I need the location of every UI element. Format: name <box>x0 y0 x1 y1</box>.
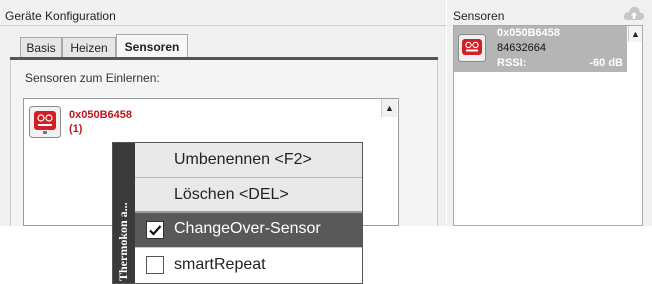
changeover-checkbox[interactable] <box>146 221 164 239</box>
brand-label: Thermokon a... <box>116 202 130 281</box>
sensor-device-icon[interactable] <box>29 106 61 138</box>
panel-title: Geräte Konfiguration <box>5 9 116 23</box>
rssi-value: -60 dB <box>589 57 623 69</box>
sensor-number: 84632664 <box>497 42 546 54</box>
panel-title: Sensoren <box>453 9 505 23</box>
rssi-label: RSSI: <box>497 57 527 69</box>
context-menu-brand-strip: Thermokon a... <box>113 143 135 283</box>
learn-sensors-label: Sensoren zum Einlernen: <box>25 71 160 85</box>
cloud-upload-icon[interactable] <box>622 3 646 23</box>
sensor-device-icon <box>458 34 486 62</box>
menu-item-label: smartRepeat <box>174 256 266 273</box>
menu-item-label: Umbenennen <F2> <box>174 151 312 168</box>
sensor-index: (1) <box>69 123 83 135</box>
tab-heizen[interactable]: Heizen <box>62 37 116 57</box>
sensor-id: 0x050B6458 <box>497 27 561 39</box>
smartrepeat-checkbox[interactable] <box>146 256 164 274</box>
sensor-id[interactable]: 0x050B6458 <box>69 109 132 121</box>
tab-sensoren[interactable]: Sensoren <box>116 34 188 58</box>
divider <box>0 25 446 26</box>
menu-item-label: ChangeOver-Sensor <box>174 220 321 237</box>
scroll-up-button[interactable]: ▲ <box>628 26 642 42</box>
tab-basis[interactable]: Basis <box>20 37 62 57</box>
menu-item-label: Löschen <DEL> <box>174 186 289 203</box>
scroll-up-button[interactable]: ▲ <box>381 99 397 117</box>
